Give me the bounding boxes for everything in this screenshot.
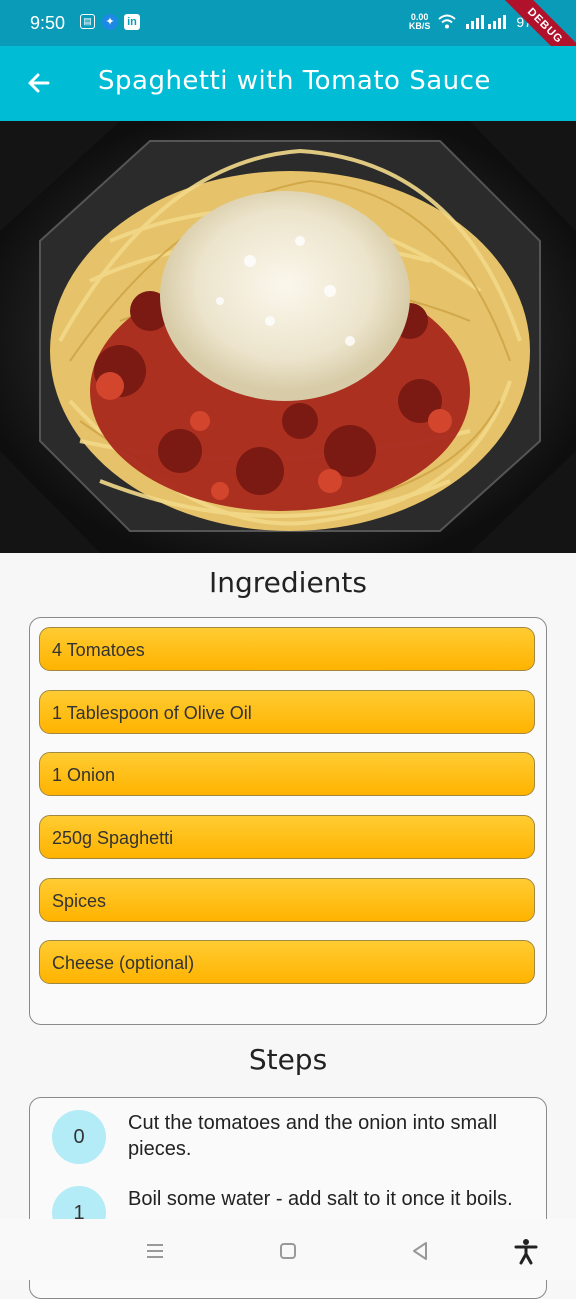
- net-speed-unit: KB/S: [408, 21, 431, 31]
- step-number-badge: 0: [52, 1110, 106, 1164]
- steps-heading: Steps: [248, 1043, 328, 1076]
- ingredient-item: 1 Tablespoon of Olive Oil: [39, 690, 535, 734]
- menu-icon[interactable]: [141, 1237, 169, 1265]
- app-bar: Spaghetti with Tomato Sauce: [0, 46, 576, 121]
- signal-icon: [466, 15, 507, 29]
- ingredient-item: 4 Tomatoes: [39, 627, 535, 671]
- ingredient-item: Cheese (optional): [39, 940, 535, 984]
- status-right: 0.00 KB/S 97: [409, 13, 532, 31]
- ingredient-item: 1 Onion: [39, 752, 535, 796]
- net-speed: 0.00 KB/S: [409, 13, 431, 31]
- ingredients-list: 4 Tomatoes 1 Tablespoon of Olive Oil 1 O…: [29, 617, 547, 1025]
- screen-icon: ▤: [80, 14, 95, 29]
- back-triangle-icon[interactable]: [406, 1237, 434, 1265]
- system-nav-bar: [0, 1219, 576, 1280]
- accessibility-icon[interactable]: [512, 1237, 540, 1265]
- ingredients-heading: Ingredients: [209, 566, 367, 599]
- ingredient-item: 250g Spaghetti: [39, 815, 535, 859]
- step-text: Cut the tomatoes and the onion into smal…: [128, 1112, 498, 1160]
- arrow-left-icon[interactable]: [22, 66, 56, 100]
- messenger-icon: ✦: [102, 14, 118, 30]
- ingredient-item: Spices: [39, 878, 535, 922]
- spaghetti-image: [0, 121, 576, 553]
- linkedin-icon: in: [124, 14, 140, 30]
- status-time: 9:50: [30, 13, 66, 33]
- status-bar: 9:50 ▤ ✦ in 0.00 KB/S 97 DEBUG: [0, 0, 576, 80]
- step-text: Boil some water - add salt to it once it…: [128, 1188, 513, 1210]
- wifi-icon: [438, 14, 457, 29]
- recipe-image: [0, 121, 576, 553]
- home-icon[interactable]: [274, 1237, 302, 1265]
- page-title: Spaghetti with Tomato Sauce: [98, 66, 491, 96]
